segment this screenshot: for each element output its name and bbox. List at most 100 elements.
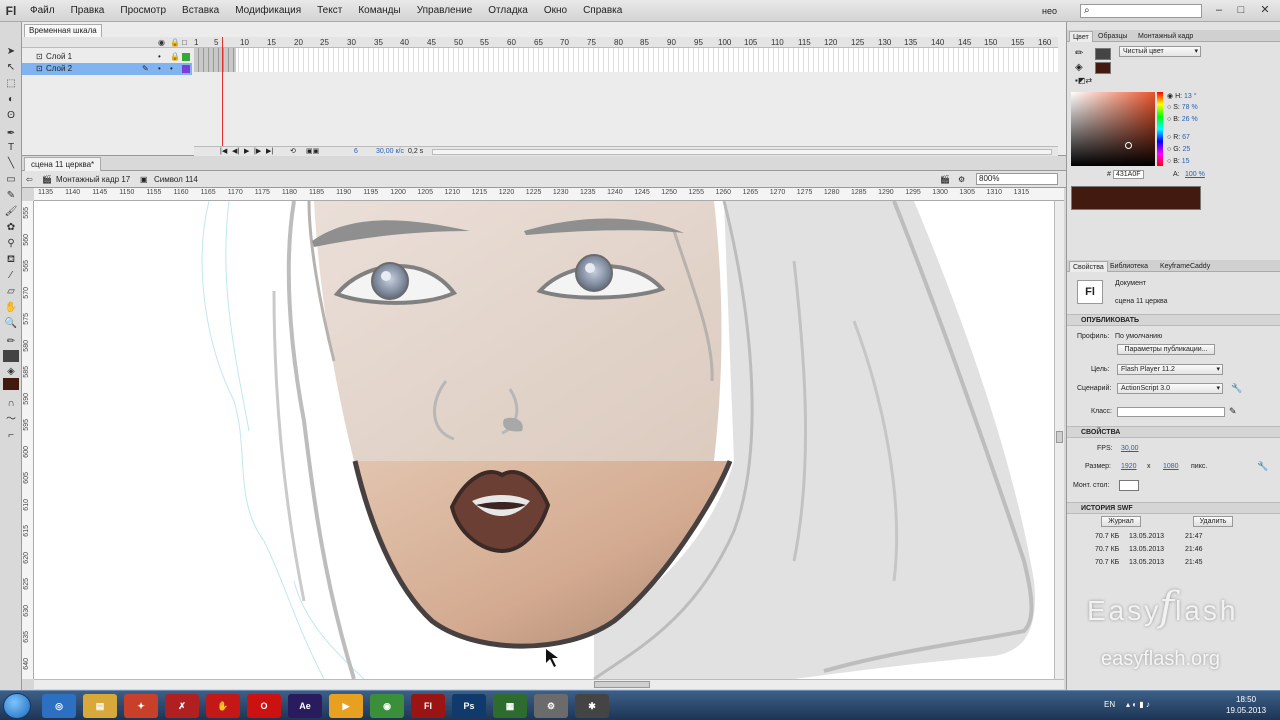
stroke-pencil-icon[interactable]: ✏: [1075, 48, 1083, 59]
pen-tool-icon[interactable]: ✒: [3, 128, 19, 140]
stage-horizontal-scrollbar[interactable]: [34, 679, 1064, 689]
g-value[interactable]: 25: [1183, 146, 1191, 153]
publish-settings-button[interactable]: Параметры публикации...: [1117, 344, 1215, 355]
lock-dot-icon[interactable]: •: [170, 63, 173, 75]
eyedropper-tool-icon[interactable]: ⁄: [3, 270, 19, 282]
lasso-tool-icon[interactable]: ʘ: [3, 110, 19, 122]
taskbar-green-app-icon[interactable]: ▦: [493, 694, 527, 718]
start-button[interactable]: [3, 693, 31, 719]
taskbar-opera-icon[interactable]: O: [247, 694, 281, 718]
playhead[interactable]: [222, 37, 223, 147]
zoom-select[interactable]: 800%: [976, 173, 1058, 185]
taskbar-flashget-icon[interactable]: ✦: [124, 694, 158, 718]
maximize-button[interactable]: □: [1230, 2, 1252, 18]
outline-column-icon[interactable]: □: [182, 38, 187, 47]
stage-vertical-scrollbar[interactable]: [1054, 201, 1064, 679]
fill-color-icon[interactable]: ◈: [3, 366, 19, 378]
free-transform-tool-icon[interactable]: ⬚: [3, 78, 19, 90]
minimize-button[interactable]: –: [1208, 2, 1230, 18]
taskbar-bug-app-icon[interactable]: ✱: [575, 694, 609, 718]
selection-tool-icon[interactable]: ➤: [3, 46, 19, 58]
workspace-switcher[interactable]: нео: [1042, 6, 1057, 16]
fill-swatch[interactable]: [1095, 62, 1111, 74]
subselection-tool-icon[interactable]: ↖: [3, 62, 19, 74]
rgb-b[interactable]: ○ B: 15: [1167, 158, 1190, 165]
bone-tool-icon[interactable]: ⚲: [3, 238, 19, 250]
3d-rotation-tool-icon[interactable]: ◐: [3, 94, 19, 106]
line-tool-icon[interactable]: ╲: [3, 158, 19, 170]
menu-window[interactable]: Окно: [536, 0, 575, 22]
stroke-swatch[interactable]: [1095, 48, 1111, 60]
clock-time[interactable]: 18:50: [1236, 695, 1256, 704]
zoom-tool-icon[interactable]: 🔍: [3, 318, 19, 330]
tab-color[interactable]: Цвет: [1069, 31, 1093, 42]
tab-keyframecaddy[interactable]: KeyframeCaddy: [1157, 261, 1213, 272]
paint-bucket-tool-icon[interactable]: ⛾: [3, 254, 19, 266]
fps-value[interactable]: 30,00: [1121, 445, 1139, 452]
menu-insert[interactable]: Вставка: [174, 0, 227, 22]
height-value[interactable]: 1080: [1163, 463, 1179, 470]
keyframes-block[interactable]: [194, 48, 236, 72]
menu-help[interactable]: Справка: [575, 0, 630, 22]
stage-canvas[interactable]: [34, 201, 1056, 679]
layer-color-box[interactable]: [182, 53, 190, 61]
vscroll-thumb[interactable]: [1056, 431, 1063, 443]
taskbar-gear-app-icon[interactable]: ⚙: [534, 694, 568, 718]
section-swf-history[interactable]: ИСТОРИЯ SWF: [1067, 502, 1280, 514]
stroke-color-icon[interactable]: ✏: [3, 336, 19, 348]
fill-bucket-icon[interactable]: ◈: [1075, 62, 1083, 73]
clock-date[interactable]: 19.05.2013: [1226, 706, 1266, 715]
hand-tool-icon[interactable]: ✋: [3, 302, 19, 314]
text-tool-icon[interactable]: T: [3, 142, 19, 154]
straighten-icon[interactable]: ⌐: [3, 430, 19, 442]
edit-scene-icon[interactable]: 🎬: [940, 173, 950, 186]
tab-motion-editor[interactable]: Монтажный кадр: [1135, 31, 1196, 42]
hue-slider[interactable]: [1157, 92, 1163, 166]
tray-icons[interactable]: ▴ ◐ ▮ ♪: [1126, 700, 1150, 709]
rectangle-tool-icon[interactable]: ▭: [3, 174, 19, 186]
fill-color-swatch[interactable]: [3, 378, 19, 390]
frames-grid[interactable]: [194, 48, 1058, 72]
menu-debug[interactable]: Отладка: [480, 0, 536, 22]
taskbar-media-icon[interactable]: ▶: [329, 694, 363, 718]
script-settings-wrench-icon[interactable]: 🔧: [1231, 383, 1242, 394]
tab-properties[interactable]: Свойства: [1069, 261, 1108, 272]
color-picker-cursor[interactable]: [1125, 142, 1132, 149]
taskbar-chrome-ext-icon[interactable]: ◎: [42, 694, 76, 718]
hex-input[interactable]: 431A0F: [1113, 170, 1144, 179]
document-settings-wrench-icon[interactable]: 🔧: [1257, 461, 1268, 472]
h-value[interactable]: 13 °: [1184, 93, 1197, 100]
layer-row-2-selected[interactable]: ⊡ Слой 2 ✎ • •: [22, 63, 192, 75]
s-value[interactable]: 78 %: [1182, 104, 1198, 111]
r-value[interactable]: 67: [1182, 134, 1190, 141]
deco-tool-icon[interactable]: ✿: [3, 222, 19, 234]
help-search-input[interactable]: ⌕: [1080, 4, 1202, 18]
taskbar-app-red-icon[interactable]: ✗: [165, 694, 199, 718]
rgb-g[interactable]: ○ G: 25: [1167, 146, 1190, 153]
breadcrumb-symbol[interactable]: Символ 114: [154, 173, 198, 186]
width-value[interactable]: 1920: [1121, 463, 1137, 470]
smooth-icon[interactable]: 〜: [3, 414, 19, 426]
script-select[interactable]: ActionScript 3.0: [1117, 383, 1223, 394]
eraser-tool-icon[interactable]: ▱: [3, 286, 19, 298]
taskbar-explorer-icon[interactable]: ▤: [83, 694, 117, 718]
timeline-scrollbar[interactable]: [432, 149, 1052, 155]
edit-symbol-icon[interactable]: ⚙: [958, 173, 965, 186]
hsb-h[interactable]: ◉ H: 13 °: [1167, 92, 1197, 100]
eye-column-icon[interactable]: ◉: [158, 38, 165, 47]
tab-swatches[interactable]: Образцы: [1095, 31, 1130, 42]
tab-library[interactable]: Библиотека: [1107, 261, 1151, 272]
breadcrumb-scene[interactable]: Монтажный кадр 17: [56, 173, 130, 186]
alpha-value[interactable]: 100 %: [1185, 171, 1205, 178]
taskbar-chrome-icon[interactable]: ◉: [370, 694, 404, 718]
layer-row-1[interactable]: ⊡ Слой 1 • 🔒: [22, 51, 192, 63]
taskbar-acrobat-icon[interactable]: ✋: [206, 694, 240, 718]
target-select[interactable]: Flash Player 11.2: [1117, 364, 1223, 375]
visibility-dot-icon[interactable]: •: [158, 63, 161, 75]
hsb-b[interactable]: ○ B: 26 %: [1167, 116, 1198, 123]
tab-scene-document[interactable]: сцена 11 церква*: [24, 157, 102, 171]
taskbar-photoshop-icon[interactable]: Ps: [452, 694, 486, 718]
lock-column-icon[interactable]: 🔒: [170, 38, 180, 47]
visibility-dot-icon[interactable]: •: [158, 51, 161, 63]
hscroll-thumb[interactable]: [594, 681, 650, 688]
